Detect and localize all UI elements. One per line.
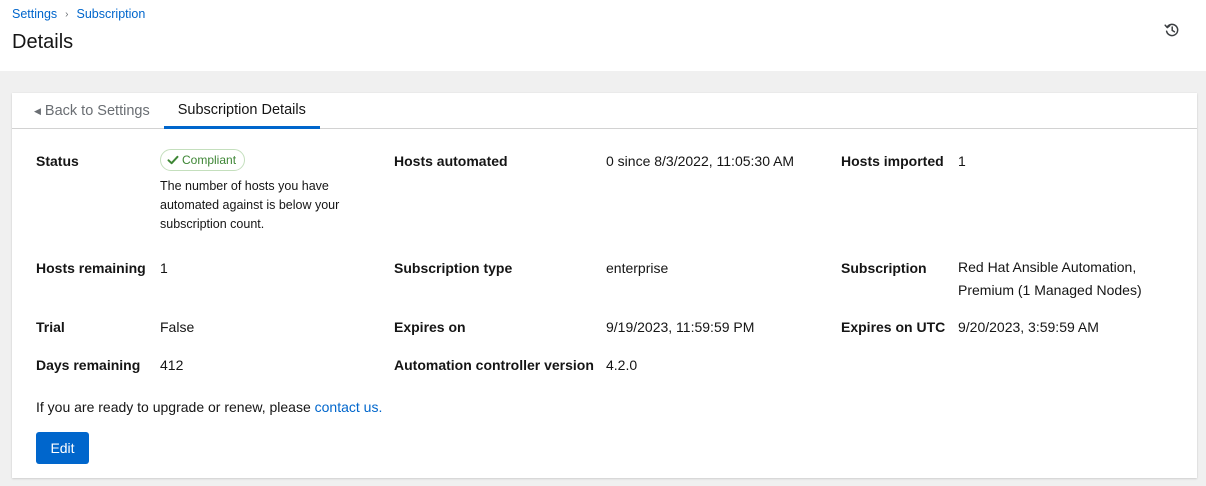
page-header: Settings › Subscription Details (0, 0, 1206, 71)
breadcrumb-settings[interactable]: Settings (12, 7, 57, 21)
status-label: Status (36, 153, 79, 169)
contact-us-link[interactable]: contact us. (315, 399, 383, 415)
status-value: Compliant The number of hosts you have a… (160, 149, 360, 234)
days-remaining-value: 412 (160, 357, 184, 373)
controller-version-value: 4.2.0 (606, 357, 638, 373)
subscription-type-value: enterprise (606, 260, 669, 276)
status-badge: Compliant (160, 149, 246, 171)
tab-subscription-details[interactable]: Subscription Details (163, 93, 320, 129)
edit-button[interactable]: Edit (36, 432, 89, 464)
breadcrumb: Settings › Subscription (12, 6, 1194, 22)
subscription-label: Subscription (841, 260, 927, 276)
subscription-type-label: Subscription type (394, 260, 513, 276)
expires-on-utc-label: Expires on UTC (841, 319, 946, 335)
tab-subscription-label: Subscription Details (177, 101, 306, 118)
subscription-card: ◀ Back to Settings Subscription Details … (12, 93, 1197, 478)
hosts-imported-label: Hosts imported (841, 153, 944, 169)
status-badge-text: Compliant (182, 153, 237, 167)
subscription-value: Red Hat Ansible Automation, Premium (1 M… (958, 259, 1142, 298)
tab-back-to-settings[interactable]: ◀ Back to Settings (20, 93, 164, 129)
check-icon (167, 154, 179, 166)
controller-version-label: Automation controller version (394, 357, 594, 373)
upgrade-notice: If you are ready to upgrade or renew, pl… (36, 399, 382, 415)
page-title: Details (12, 31, 74, 53)
trial-value: False (160, 319, 195, 335)
expires-on-utc-value: 9/20/2023, 3:59:59 AM (958, 319, 1099, 335)
details-list: Status Compliant The number of hosts you… (12, 129, 1197, 419)
tab-back-label: Back to Settings (44, 103, 150, 119)
status-helper-text: The number of hosts you have automated a… (160, 179, 340, 231)
expires-on-label: Expires on (394, 319, 466, 335)
hosts-remaining-value: 1 (160, 260, 168, 276)
breadcrumb-subscription[interactable]: Subscription (77, 7, 146, 21)
tab-bar: ◀ Back to Settings Subscription Details (12, 93, 1197, 129)
hosts-remaining-label: Hosts remaining (36, 260, 146, 276)
trial-label: Trial (36, 319, 65, 335)
hosts-automated-label: Hosts automated (394, 153, 508, 169)
history-button[interactable] (1160, 18, 1184, 42)
breadcrumb-separator-icon: › (65, 8, 69, 20)
upgrade-notice-text: If you are ready to upgrade or renew, pl… (36, 399, 315, 415)
days-remaining-label: Days remaining (36, 357, 141, 373)
hosts-automated-value: 0 since 8/3/2022, 11:05:30 AM (606, 153, 795, 169)
expires-on-value: 9/19/2023, 11:59:59 PM (606, 319, 755, 335)
caret-left-icon: ◀ (34, 105, 41, 116)
hosts-imported-value: 1 (958, 153, 966, 169)
history-icon (1164, 23, 1179, 37)
